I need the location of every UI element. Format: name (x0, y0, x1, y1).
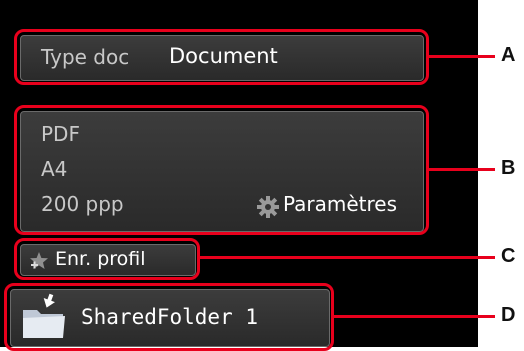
folder-icon (19, 292, 69, 342)
callout-label-d: D (501, 304, 516, 326)
callout-line-a (429, 55, 495, 58)
gear-icon (257, 196, 279, 218)
star-plus-icon (29, 251, 49, 271)
settings-label: Paramètres (283, 192, 398, 216)
callout-label-b: B (501, 157, 516, 179)
doc-type-value: Document (169, 44, 278, 68)
format-value: PDF (41, 122, 80, 146)
save-profile-button[interactable]: Enr. profil (20, 244, 196, 276)
callout-label-a: A (501, 44, 516, 66)
callout-line-d (334, 315, 495, 318)
save-profile-label: Enr. profil (55, 248, 146, 270)
doc-type-button[interactable]: Type doc Document (20, 35, 424, 81)
callout-line-b (429, 168, 495, 171)
callout-label-c: C (501, 245, 516, 267)
folder-name: SharedFolder 1 (81, 305, 259, 329)
resolution-value: 200 ppp (41, 192, 124, 216)
paper-size-value: A4 (41, 157, 68, 181)
destination-folder-button[interactable]: SharedFolder 1 (10, 289, 330, 347)
doc-type-label: Type doc (41, 45, 130, 69)
callout-line-c (200, 256, 495, 259)
scan-settings-button[interactable]: PDF A4 200 ppp Paramètres (20, 111, 424, 232)
printer-screen: Type doc Document PDF A4 200 ppp Paramèt… (0, 0, 478, 351)
